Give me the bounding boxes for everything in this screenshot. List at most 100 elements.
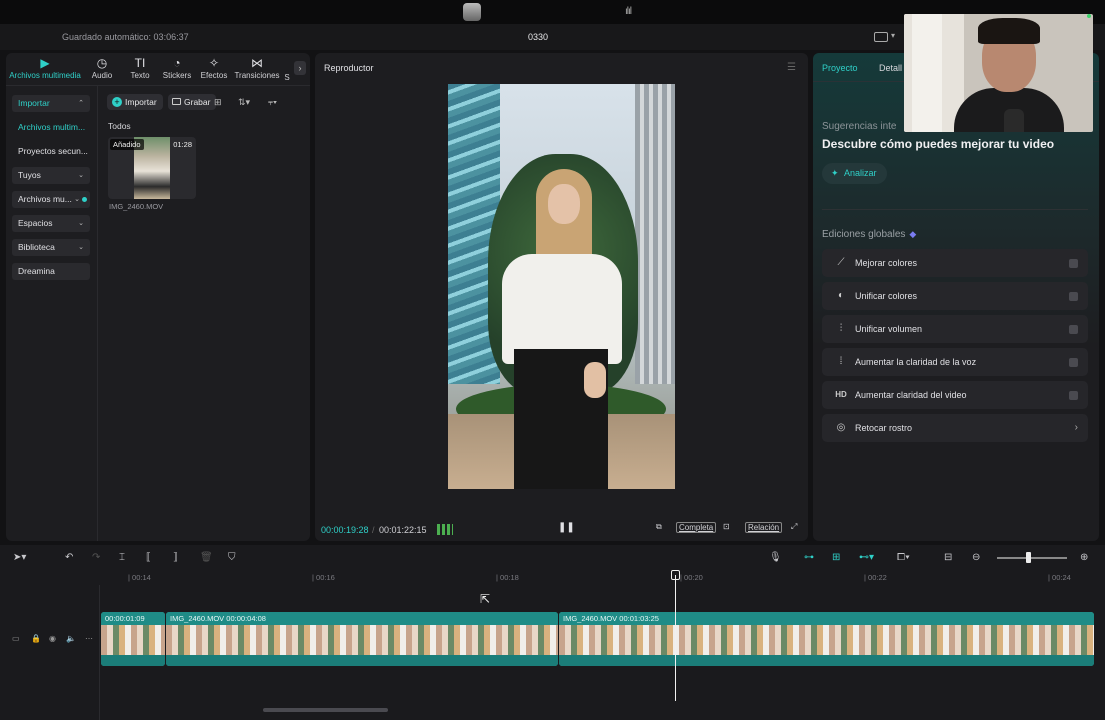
record-button[interactable]: Grabar bbox=[168, 94, 217, 110]
link-clips-icon[interactable]: ⊶ bbox=[804, 552, 814, 563]
clip-header: IMG_2460.MOV 00:01:03:25 bbox=[559, 612, 1094, 625]
sparkle-icon: ✦ bbox=[831, 168, 839, 178]
tab-audio[interactable]: ◷ Audio bbox=[86, 55, 118, 80]
analyze-button[interactable]: ✦ Analizar bbox=[822, 163, 887, 184]
trim-left-icon[interactable]: ⟦ bbox=[146, 552, 151, 563]
player-title: Reproductor bbox=[324, 63, 374, 73]
chevron-down-icon: ⌄ bbox=[78, 172, 84, 179]
global-edit-improve-colors[interactable]: ⟋ Mejorar colores bbox=[822, 249, 1088, 277]
grid-view-icon[interactable]: ⊞ bbox=[214, 97, 222, 108]
screenshot-icon[interactable]: ⊡ bbox=[723, 522, 730, 531]
tab-details[interactable]: Detall bbox=[879, 63, 902, 73]
timeline-clip[interactable]: IMG_2460.MOV 00:01:03:25 bbox=[559, 612, 1094, 666]
global-edit-voice-clarity[interactable]: ⁞ Aumentar la claridad de la voz bbox=[822, 348, 1088, 376]
speaker-icon[interactable]: 🔈 bbox=[66, 634, 76, 643]
chevron-down-icon[interactable]: ▾ bbox=[891, 31, 895, 40]
color-match-icon: ◐ bbox=[837, 290, 845, 301]
volume-sliders-icon: ⫶ bbox=[839, 323, 843, 334]
redo-icon[interactable]: ↷ bbox=[92, 552, 100, 563]
zoom-slider-handle[interactable] bbox=[1026, 552, 1031, 563]
fit-timeline-icon[interactable]: ⊟ bbox=[944, 552, 952, 563]
lock-icon[interactable]: 🔒 bbox=[31, 634, 41, 643]
analyze-button-label: Analizar bbox=[844, 168, 877, 178]
video-preview[interactable] bbox=[448, 84, 675, 489]
import-button[interactable]: + Importar bbox=[107, 94, 163, 110]
trim-right-icon[interactable]: ⟧ bbox=[173, 552, 178, 563]
added-badge: Añadido bbox=[110, 139, 144, 150]
auto-snap-icon[interactable]: ⊷▾ bbox=[859, 552, 874, 563]
global-edit-video-clarity[interactable]: HD Aumentar claridad del video bbox=[822, 381, 1088, 409]
media-duration: 01:28 bbox=[173, 140, 192, 149]
clip-duration: 00:00:04:08 bbox=[226, 614, 266, 623]
global-edit-label: Unificar colores bbox=[855, 291, 918, 301]
tab-transitions[interactable]: ⋈ Transiciones bbox=[234, 55, 280, 80]
more-icon[interactable]: ⋯ bbox=[85, 634, 93, 643]
record-button-label: Grabar bbox=[184, 97, 211, 107]
select-tool-icon[interactable]: ➤▾ bbox=[13, 552, 26, 563]
app-icon[interactable] bbox=[463, 3, 481, 21]
menu-icon[interactable]: ☰ bbox=[787, 62, 796, 73]
sidebar-item-yours[interactable]: Tuyos ⌄ bbox=[12, 167, 90, 184]
sidebar-item-label: Tuyos bbox=[18, 170, 41, 180]
split-icon[interactable]: ⌶ bbox=[119, 552, 125, 563]
media-icon: ▶ bbox=[40, 56, 50, 70]
voice-wave-icon: ⁞ bbox=[839, 356, 843, 367]
horizontal-scrollbar[interactable] bbox=[263, 708, 388, 712]
sidebar-item-dreamina[interactable]: Dreamina bbox=[12, 263, 90, 280]
zoom-slider[interactable] bbox=[997, 557, 1067, 559]
tab-more[interactable]: S bbox=[282, 73, 292, 82]
toggle[interactable] bbox=[1069, 358, 1078, 367]
filter-icon[interactable]: ⫧▾ bbox=[268, 97, 277, 108]
tab-text[interactable]: TI Texto bbox=[122, 55, 158, 80]
playhead[interactable] bbox=[675, 575, 676, 701]
chevron-right-icon: › bbox=[1074, 422, 1078, 433]
tab-project[interactable]: Proyecto bbox=[822, 63, 858, 73]
sidebar-item-spaces[interactable]: Espacios ⌄ bbox=[12, 215, 90, 232]
divider bbox=[822, 209, 1088, 210]
zoom-in-icon[interactable]: ⊕ bbox=[1080, 552, 1088, 563]
sidebar-item-import[interactable]: Importar ⌃ bbox=[12, 95, 90, 112]
toggle[interactable] bbox=[1069, 259, 1078, 268]
video-person-shirt bbox=[502, 254, 622, 364]
marker-icon[interactable]: ⛉ bbox=[228, 552, 236, 563]
chevron-down-icon: ⌄ bbox=[78, 220, 84, 227]
timeline-ruler[interactable]: | 00:14 | 00:16 | 00:18 | 00:20 | 00:22 … bbox=[100, 570, 1105, 584]
tab-media[interactable]: ▶ Archivos multimedia bbox=[6, 55, 84, 80]
global-edit-unify-volume[interactable]: ⫶ Unificar volumen bbox=[822, 315, 1088, 343]
eye-icon[interactable]: ◉ bbox=[49, 634, 56, 643]
undo-icon[interactable]: ↶ bbox=[65, 552, 73, 563]
magnet-icon[interactable]: ⊞ bbox=[832, 552, 840, 563]
layout-icon[interactable] bbox=[874, 32, 888, 42]
chevron-right-icon[interactable]: › bbox=[294, 61, 306, 75]
text-icon: TI bbox=[134, 56, 146, 70]
sidebar-item-library[interactable]: Biblioteca ⌄ bbox=[12, 239, 90, 256]
full-quality-button[interactable]: Completa bbox=[676, 522, 717, 533]
plus-icon: + bbox=[112, 97, 122, 107]
pause-icon[interactable]: ❚❚ bbox=[558, 522, 575, 533]
zoom-out-icon[interactable]: ⊖ bbox=[972, 552, 980, 563]
tab-stickers[interactable]: ◔ Stickers bbox=[158, 55, 196, 80]
fullscreen-icon[interactable]: ⤢ bbox=[791, 522, 797, 532]
media-thumbnail[interactable]: Añadido 01:28 bbox=[108, 137, 196, 199]
global-edit-face-retouch[interactable]: ◎ Retocar rostro › bbox=[822, 414, 1088, 442]
global-edit-label: Aumentar la claridad de la voz bbox=[855, 357, 977, 367]
total-time: 00:01:22:15 bbox=[379, 525, 427, 535]
toggle[interactable] bbox=[1069, 325, 1078, 334]
tab-effects[interactable]: ✧ Efectos bbox=[196, 55, 232, 80]
aspect-ratio-button[interactable]: Relación bbox=[745, 522, 783, 533]
timeline-clip[interactable]: 00:00:01:09 bbox=[101, 612, 165, 666]
sidebar-item-media-files[interactable]: Archivos mu... ⌄ bbox=[12, 191, 90, 208]
player-panel: Reproductor ☰ 00:00:19:28 / 00:01:22:15 … bbox=[315, 53, 808, 541]
delete-icon[interactable]: 🗑 bbox=[200, 552, 213, 563]
preview-axis-icon[interactable]: ⧠▾ bbox=[897, 552, 910, 563]
toggle[interactable] bbox=[1069, 391, 1078, 400]
crop-icon[interactable]: ⧉ bbox=[656, 522, 662, 532]
toggle[interactable] bbox=[1069, 292, 1078, 301]
sidebar-item-media[interactable]: Archivos multim... bbox=[12, 119, 90, 136]
track-cover-icon[interactable]: ▭ bbox=[12, 634, 20, 643]
timeline-clip[interactable]: IMG_2460.MOV 00:00:04:08 bbox=[166, 612, 558, 666]
global-edit-unify-colors[interactable]: ◐ Unificar colores bbox=[822, 282, 1088, 310]
microphone-icon[interactable]: 🎙 bbox=[769, 552, 782, 563]
sidebar-item-secondary-projects[interactable]: Proyectos secun... bbox=[12, 143, 90, 160]
sort-icon[interactable]: ⇅▾ bbox=[238, 97, 250, 108]
